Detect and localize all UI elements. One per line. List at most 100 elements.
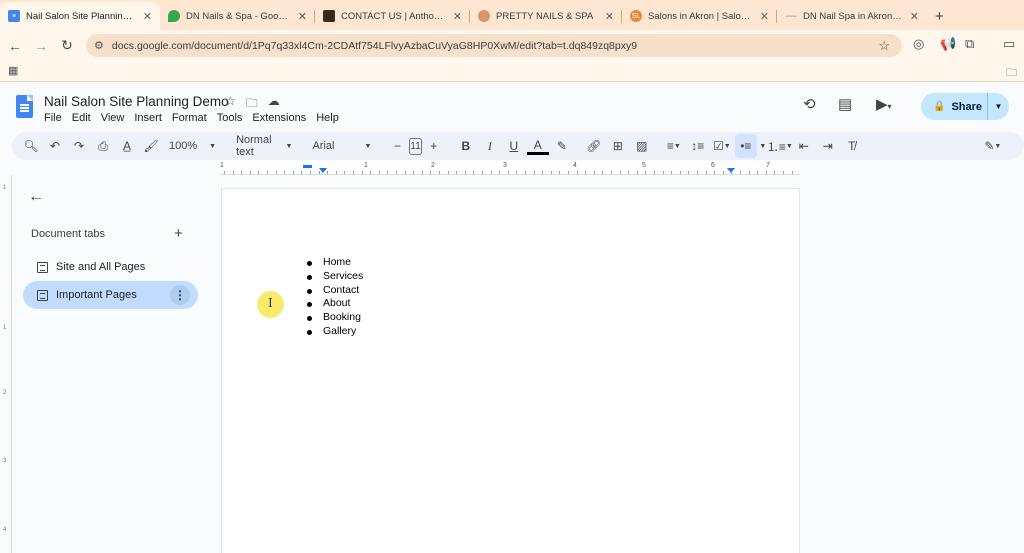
- text-color-icon[interactable]: A: [526, 137, 549, 155]
- menu-format[interactable]: Format: [172, 112, 207, 124]
- folder-icon[interactable]: 🗀: [1006, 64, 1017, 83]
- sidebar-item-important-pages[interactable]: Important Pages ⋮: [23, 281, 198, 309]
- list-item[interactable]: About: [307, 297, 363, 311]
- meet-video-icon[interactable]: ▶▾: [876, 95, 892, 113]
- comments-icon[interactable]: ▤: [838, 95, 852, 113]
- decrease-indent-icon[interactable]: ⇤: [793, 134, 815, 158]
- link-icon[interactable]: 🔗︎: [583, 134, 605, 158]
- bold-icon[interactable]: B: [455, 134, 477, 158]
- editing-mode-icon[interactable]: ✎ ▼: [982, 134, 1004, 158]
- close-icon[interactable]: ✕: [910, 10, 919, 23]
- ruler-tick: [275, 171, 277, 174]
- megaphone-icon[interactable]: 📢: [940, 36, 956, 52]
- more-options-icon[interactable]: ⋮: [170, 285, 190, 305]
- menu-tools[interactable]: Tools: [217, 112, 243, 124]
- ruler-tick: [456, 171, 458, 174]
- list-item[interactable]: Booking: [307, 311, 363, 325]
- search-menus-icon[interactable]: 🔍︎: [20, 134, 42, 158]
- browser-tab-strip: ≡ Nail Salon Site Planning Demo ✕ DN Nai…: [0, 0, 1024, 30]
- menu-help[interactable]: Help: [316, 112, 339, 124]
- docs-logo-icon[interactable]: [16, 95, 33, 118]
- dash-icon: —: [785, 10, 797, 22]
- sidebar-item-site-and-all-pages[interactable]: Site and All Pages: [23, 253, 198, 281]
- chevron-down-icon[interactable]: ▼: [987, 93, 1009, 120]
- browser-tab[interactable]: ≡ Nail Salon Site Planning Demo ✕: [0, 2, 160, 30]
- image-icon[interactable]: ▨: [631, 134, 653, 158]
- menu-insert[interactable]: Insert: [134, 112, 162, 124]
- close-icon[interactable]: ✕: [298, 10, 307, 23]
- close-icon[interactable]: ✕: [143, 10, 152, 23]
- puzzle-icon[interactable]: ⧉: [965, 36, 974, 52]
- add-comment-icon[interactable]: ⊞: [607, 134, 629, 158]
- ruler-tick: [430, 171, 432, 174]
- lock-icon: 🔒: [933, 101, 946, 112]
- browser-tab[interactable]: CONTACT US | Anthony Vince ✕: [315, 2, 470, 30]
- print-icon[interactable]: ⎙: [92, 134, 114, 158]
- paint-format-icon[interactable]: 🖌︎: [140, 134, 162, 158]
- list-item[interactable]: Home: [307, 256, 363, 270]
- left-indent-marker[interactable]: [319, 168, 327, 173]
- browser-tab[interactable]: — DN Nail Spa in Akron, OH 4 ✕: [777, 2, 927, 30]
- ruler-tick: [284, 171, 286, 174]
- bulleted-list[interactable]: Home Services Contact About Booking Gall…: [307, 256, 363, 339]
- back-arrow-icon[interactable]: ←: [2, 33, 28, 59]
- first-line-indent-marker[interactable]: [303, 165, 312, 168]
- increase-font-size-icon[interactable]: +: [423, 134, 445, 158]
- menu-file[interactable]: File: [44, 112, 62, 124]
- list-item[interactable]: Gallery: [307, 325, 363, 339]
- new-tab-button[interactable]: +: [927, 2, 952, 30]
- checklist-icon[interactable]: ☑ ▼: [711, 134, 733, 158]
- document-page[interactable]: [221, 188, 800, 553]
- font-size-input[interactable]: 11: [409, 137, 422, 155]
- menu-extensions[interactable]: Extensions: [252, 112, 306, 124]
- menu-view[interactable]: View: [101, 112, 125, 124]
- font-select[interactable]: Arial ▼: [306, 140, 377, 152]
- ruler-tick: [447, 171, 449, 174]
- add-tab-button[interactable]: +: [174, 225, 183, 242]
- bookmark-star-icon[interactable]: ☆: [878, 38, 890, 54]
- close-icon[interactable]: ✕: [453, 10, 462, 23]
- reload-icon[interactable]: ↻: [54, 33, 80, 59]
- list-item[interactable]: Services: [307, 270, 363, 284]
- line-spacing-icon[interactable]: ↕≡: [687, 134, 709, 158]
- redo-icon[interactable]: ↷: [68, 134, 90, 158]
- share-button[interactable]: 🔒 Share ▼: [921, 93, 1009, 120]
- site-icon: [323, 10, 335, 22]
- ruler-tick: [224, 171, 225, 174]
- style-select[interactable]: Normal text ▼: [230, 134, 298, 158]
- undo-icon[interactable]: ↶: [44, 134, 66, 158]
- highlight-icon[interactable]: ✎: [551, 134, 573, 158]
- close-icon[interactable]: ✕: [605, 10, 614, 23]
- maps-icon: [168, 10, 180, 22]
- bulleted-list-icon[interactable]: •≡: [734, 134, 757, 158]
- ruler-tick: [791, 171, 793, 174]
- horizontal-ruler[interactable]: 1 1 2 3 4 5 6 7: [220, 161, 800, 175]
- zoom-select[interactable]: 100% ▼: [163, 140, 222, 152]
- increase-indent-icon[interactable]: ⇥: [817, 134, 839, 158]
- menu-edit[interactable]: Edit: [72, 112, 91, 124]
- back-arrow-icon[interactable]: ←: [28, 188, 44, 206]
- numbered-list-icon[interactable]: ⒈≡ ▼: [767, 134, 793, 158]
- side-panel-icon[interactable]: ▭: [1003, 36, 1015, 52]
- browser-tab[interactable]: DN Nails & Spa - Google Maps ✕: [160, 2, 315, 30]
- history-icon[interactable]: ⟲: [803, 95, 816, 113]
- decrease-font-size-icon[interactable]: −: [386, 134, 408, 158]
- italic-icon[interactable]: I: [479, 134, 501, 158]
- spellcheck-icon[interactable]: A̲: [116, 134, 138, 158]
- extension-icon[interactable]: ◎: [913, 36, 924, 52]
- apps-grid-icon[interactable]: ▦: [8, 64, 18, 77]
- browser-tab[interactable]: PRETTY NAILS & SPA ✕: [470, 2, 622, 30]
- forward-arrow-icon[interactable]: →: [28, 33, 54, 59]
- document-title[interactable]: Nail Salon Site Planning Demo: [44, 94, 229, 109]
- ruler-number: 1: [3, 185, 7, 191]
- list-item[interactable]: Contact: [307, 284, 363, 298]
- chevron-down-icon[interactable]: ▼: [759, 134, 767, 158]
- underline-icon[interactable]: U: [503, 134, 525, 158]
- browser-tab[interactable]: SL Salons in Akron | Salon Lofts ✕: [622, 2, 777, 30]
- site-info-icon[interactable]: ⚙: [94, 39, 104, 52]
- omnibox[interactable]: ⚙ docs.google.com/document/d/1Pq7q33xl4C…: [86, 34, 902, 57]
- clear-formatting-icon[interactable]: T̸: [841, 134, 863, 158]
- vertical-ruler[interactable]: 1 1 2 3 4: [0, 175, 12, 553]
- align-icon[interactable]: ≡ ▼: [663, 134, 685, 158]
- close-icon[interactable]: ✕: [760, 10, 769, 23]
